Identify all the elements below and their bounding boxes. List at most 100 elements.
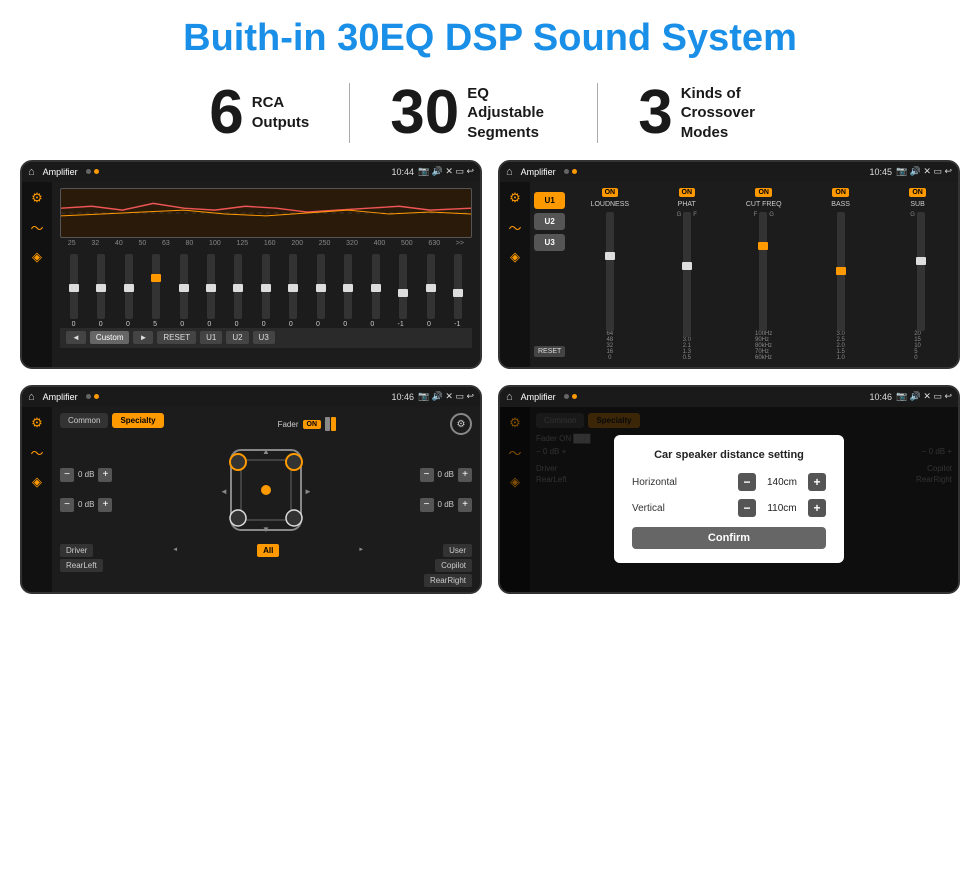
time-3: 10:46 bbox=[391, 392, 414, 402]
status-bar-3: ⌂ Amplifier 10:46 📷 🔊 ✕ ▭ ↩ bbox=[22, 387, 480, 407]
fader-label: Fader bbox=[278, 420, 299, 429]
fader-on-badge[interactable]: ON bbox=[303, 420, 322, 429]
screen4-body: ⚙ 〜 ◈ Common Specialty Fader ON ███ − 0 … bbox=[500, 407, 958, 592]
speaker-icon-2[interactable]: ◈ bbox=[510, 249, 520, 265]
eq-slider-1[interactable] bbox=[97, 254, 105, 319]
btn-rearleft[interactable]: RearLeft bbox=[60, 559, 103, 572]
dot-2 bbox=[94, 169, 99, 174]
ch-cutfreq-header: ON bbox=[755, 188, 772, 197]
eq-slider-14[interactable] bbox=[454, 254, 462, 319]
u3-btn[interactable]: U3 bbox=[534, 234, 565, 251]
horizontal-plus[interactable]: + bbox=[808, 473, 826, 491]
phat-on-badge[interactable]: ON bbox=[679, 188, 696, 197]
eq-slider-4[interactable] bbox=[180, 254, 188, 319]
dot-7 bbox=[564, 394, 569, 399]
status-dots-3 bbox=[86, 394, 99, 399]
bass-on-badge[interactable]: ON bbox=[832, 188, 849, 197]
vertical-plus[interactable]: + bbox=[808, 499, 826, 517]
eq-slider-0[interactable] bbox=[70, 254, 78, 319]
db-tr-minus[interactable]: − bbox=[420, 468, 434, 482]
eq-bottom-bar: ◄ Custom ► RESET U1 U2 U3 bbox=[60, 328, 472, 348]
vertical-row: Vertical − 110cm + bbox=[632, 499, 826, 517]
horizontal-value: 140cm bbox=[762, 477, 802, 488]
db-tl-minus[interactable]: − bbox=[60, 468, 74, 482]
db-tl-plus[interactable]: + bbox=[98, 468, 112, 482]
cutfreq-on-badge[interactable]: ON bbox=[755, 188, 772, 197]
eq-u1-btn[interactable]: U1 bbox=[200, 331, 222, 344]
eq-slider-9[interactable] bbox=[317, 254, 325, 319]
btn-copilot[interactable]: Copilot bbox=[435, 559, 472, 572]
vertical-control: − 110cm + bbox=[738, 499, 826, 517]
u2-btn[interactable]: U2 bbox=[534, 213, 565, 230]
distance-dialog: Car speaker distance setting Horizontal … bbox=[614, 435, 844, 563]
dot-8 bbox=[572, 394, 577, 399]
loudness-label: LOUDNESS bbox=[591, 201, 630, 208]
eq-slider-10[interactable] bbox=[344, 254, 352, 319]
db-br-minus[interactable]: − bbox=[420, 498, 434, 512]
btn-rearright[interactable]: RearRight bbox=[424, 574, 472, 587]
wave-icon-2[interactable]: 〜 bbox=[508, 218, 521, 237]
screen4-title: Amplifier bbox=[521, 392, 556, 402]
eq-slider-13[interactable] bbox=[427, 254, 435, 319]
dialog-overlay: Car speaker distance setting Horizontal … bbox=[500, 407, 958, 592]
crossover-reset-btn[interactable]: RESET bbox=[534, 346, 565, 357]
screen-fader: ⌂ Amplifier 10:46 📷 🔊 ✕ ▭ ↩ ⚙ 〜 ◈ Common… bbox=[20, 385, 482, 594]
vertical-minus[interactable]: − bbox=[738, 499, 756, 517]
dot-6 bbox=[94, 394, 99, 399]
eq-slider-2[interactable] bbox=[125, 254, 133, 319]
db-br-plus[interactable]: + bbox=[458, 498, 472, 512]
vertical-value: 110cm bbox=[762, 503, 802, 514]
ch-loudness-header: ON bbox=[602, 188, 619, 197]
screen-distance: ⌂ Amplifier 10:46 📷 🔊 ✕ ▭ ↩ ⚙ 〜 ◈ Common… bbox=[498, 385, 960, 594]
status-icons-2: 📷 🔊 ✕ ▭ ↩ bbox=[896, 166, 952, 177]
speaker-icon-3[interactable]: ◈ bbox=[32, 474, 42, 490]
eq-slider-6[interactable] bbox=[234, 254, 242, 319]
side-icons-3: ⚙ 〜 ◈ bbox=[22, 407, 52, 592]
db-tr-plus[interactable]: + bbox=[458, 468, 472, 482]
eq-slider-5[interactable] bbox=[207, 254, 215, 319]
horizontal-minus[interactable]: − bbox=[738, 473, 756, 491]
dot-1 bbox=[86, 169, 91, 174]
eq-slider-8[interactable] bbox=[289, 254, 297, 319]
tab-common[interactable]: Common bbox=[60, 413, 108, 428]
eq-slider-12[interactable] bbox=[399, 254, 407, 319]
sub-on-badge[interactable]: ON bbox=[909, 188, 926, 197]
btn-user[interactable]: User bbox=[443, 544, 472, 557]
stat-rca: 6 RCAOutputs bbox=[169, 82, 349, 144]
db-tl-value: 0 dB bbox=[78, 470, 94, 479]
speaker-icon[interactable]: ◈ bbox=[32, 249, 42, 265]
db-bl-minus[interactable]: − bbox=[60, 498, 74, 512]
btn-all[interactable]: All bbox=[257, 544, 279, 557]
wave-icon[interactable]: 〜 bbox=[30, 218, 43, 237]
fader-tabs: Common Specialty bbox=[60, 413, 164, 428]
ch-sub: ON SUB G 20151050 bbox=[881, 188, 954, 361]
eq-slider-11[interactable] bbox=[372, 254, 380, 319]
screen2-body: ⚙ 〜 ◈ U1 U2 U3 RESET ON LOUDNESS bbox=[500, 182, 958, 367]
car-diagram: ▲ ▼ ◄ ► bbox=[216, 440, 316, 540]
u1-btn[interactable]: U1 bbox=[534, 192, 565, 209]
svg-text:▲: ▲ bbox=[262, 447, 270, 456]
screen3-title: Amplifier bbox=[43, 392, 78, 402]
wave-icon-3[interactable]: 〜 bbox=[30, 443, 43, 462]
eq-u3-btn[interactable]: U3 bbox=[253, 331, 275, 344]
settings-icon[interactable]: ⚙ bbox=[450, 413, 472, 435]
tab-specialty[interactable]: Specialty bbox=[112, 413, 163, 428]
eq-u2-btn[interactable]: U2 bbox=[226, 331, 248, 344]
sub-label: SUB bbox=[910, 201, 924, 208]
loudness-on-badge[interactable]: ON bbox=[602, 188, 619, 197]
eq-play-btn[interactable]: ► bbox=[133, 331, 153, 344]
db-bl-plus[interactable]: + bbox=[98, 498, 112, 512]
eq-prev-btn[interactable]: ◄ bbox=[66, 331, 86, 344]
page-title: Buith-in 30EQ DSP Sound System bbox=[0, 0, 980, 72]
stat-eq: 30 EQ AdjustableSegments bbox=[350, 82, 597, 144]
eq-icon-2[interactable]: ⚙ bbox=[509, 190, 521, 206]
eq-slider-3[interactable] bbox=[152, 254, 160, 319]
eq-icon-3[interactable]: ⚙ bbox=[31, 415, 43, 431]
btn-driver[interactable]: Driver bbox=[60, 544, 93, 557]
home-icon-4: ⌂ bbox=[506, 391, 513, 403]
eq-icon[interactable]: ⚙ bbox=[31, 190, 43, 206]
eq-slider-7[interactable] bbox=[262, 254, 270, 319]
confirm-button[interactable]: Confirm bbox=[632, 527, 826, 549]
eq-reset-btn[interactable]: RESET bbox=[157, 331, 196, 344]
eq-custom-btn[interactable]: Custom bbox=[90, 331, 130, 344]
